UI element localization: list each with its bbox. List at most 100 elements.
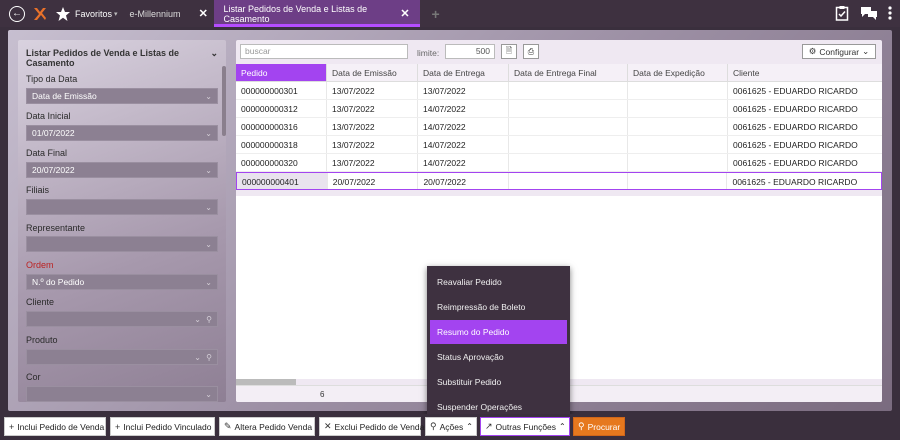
select-tipo-data[interactable]: Data de Emissão ⌄ — [26, 88, 218, 104]
inclui-pedido-vinculado-button[interactable]: + Inclui Pedido Vinculado — [110, 417, 215, 436]
acoes-button[interactable]: ⚲ Ações ⌃ — [425, 417, 477, 436]
cell-data-emissao: 20/07/2022 — [328, 173, 419, 189]
cell-cliente: 0061625 - EDUARDO RICARDO — [733, 158, 858, 168]
close-icon[interactable]: ✕ — [199, 7, 208, 20]
tab-e-millennium[interactable]: e-Millennium ✕ — [130, 0, 210, 27]
cell-data-emissao: 13/07/2022 — [327, 154, 418, 171]
clipboard-check-icon[interactable] — [834, 5, 850, 21]
table-row[interactable]: 000000000316 13/07/2022 14/07/2022 00616… — [236, 118, 882, 136]
chevron-down-icon: ⌄ — [210, 48, 218, 58]
search-input[interactable]: buscar — [240, 44, 408, 59]
chevron-down-icon: ⌄ — [862, 46, 870, 56]
tab-listar-pedidos[interactable]: Listar Pedidos de Venda e Listas de Casa… — [213, 0, 420, 27]
table-row-selected[interactable]: 000000000401 20/07/2022 20/07/2022 00616… — [236, 172, 882, 190]
edit-icon: ✎ — [224, 421, 232, 431]
search-icon[interactable]: ⚲ — [206, 315, 212, 324]
select-cor[interactable]: ⌄ — [26, 386, 218, 402]
print-button[interactable]: ⎙ — [523, 44, 539, 59]
grid-toolbar: buscar limite: 500 🗎 ⎙ ⚙ Configurar ⌄ — [236, 40, 882, 64]
table-row[interactable]: 000000000320 13/07/2022 14/07/2022 00616… — [236, 154, 882, 172]
menu-item-reavaliar-pedido[interactable]: Reavaliar Pedido — [427, 270, 570, 294]
select-value: N.º do Pedido — [32, 277, 85, 287]
plus-icon: + — [9, 421, 15, 432]
button-label: Ações — [439, 421, 464, 432]
procurar-button[interactable]: ⚲ Procurar — [573, 417, 625, 436]
exclui-pedido-venda-button[interactable]: ✕ Exclui Pedido de Venda — [319, 417, 424, 436]
label-ordem: Ordem — [26, 260, 54, 270]
cell-pedido: 000000000320 — [236, 154, 327, 171]
select-produto[interactable]: ⌄ ⚲ — [26, 349, 218, 365]
more-vertical-icon[interactable] — [888, 5, 892, 21]
cell-data-entrega-final — [509, 154, 628, 171]
external-link-icon: ↗ — [485, 421, 493, 431]
add-tab-icon[interactable]: + — [432, 6, 440, 22]
sidebar-title-text: Listar Pedidos de Venda e Listas de Casa… — [26, 48, 180, 68]
cell-pedido: 000000000401 — [237, 173, 328, 189]
cell-data-emissao: 13/07/2022 — [327, 100, 418, 117]
chevron-up-icon: ⌃ — [559, 422, 566, 431]
configure-label: Configurar — [819, 46, 860, 57]
column-header-pedido[interactable]: Pedido — [236, 64, 327, 81]
select-representante[interactable]: ⌄ — [26, 236, 218, 252]
cell-pedido: 000000000312 — [236, 100, 327, 117]
button-label: Inclui Pedido Vinculado — [123, 421, 212, 432]
column-header-data-emissao[interactable]: Data de Emissão — [327, 64, 418, 81]
cell-data-expedicao — [628, 82, 728, 99]
column-header-data-entrega[interactable]: Data de Entrega — [418, 64, 509, 81]
label-filiais: Filiais — [26, 185, 50, 195]
search-icon: ⚲ — [578, 421, 585, 431]
favorites-menu[interactable]: Favoritos — [75, 9, 112, 19]
table-row[interactable]: 000000000312 13/07/2022 14/07/2022 00616… — [236, 100, 882, 118]
limit-label: limite: — [417, 48, 440, 58]
sidebar-title[interactable]: Listar Pedidos de Venda e Listas de Casa… — [26, 48, 218, 68]
menu-item-resumo-pedido[interactable]: Resumo do Pedido — [430, 320, 567, 344]
cell-data-entrega: 14/07/2022 — [418, 136, 509, 153]
cell-data-entrega: 14/07/2022 — [418, 154, 509, 171]
star-icon[interactable] — [55, 6, 71, 22]
input-data-inicial[interactable]: 01/07/2022 ⌄ — [26, 125, 218, 141]
select-ordem[interactable]: N.º do Pedido ⌄ — [26, 274, 218, 290]
search-icon[interactable]: ⚲ — [206, 353, 212, 362]
menu-item-status-aprovacao[interactable]: Status Aprovação — [427, 345, 570, 369]
table-row[interactable]: 000000000318 13/07/2022 14/07/2022 00616… — [236, 136, 882, 154]
filter-sidebar: Listar Pedidos de Venda e Listas de Casa… — [18, 40, 226, 402]
cell-data-entrega-final — [509, 82, 628, 99]
cell-pedido: 000000000318 — [236, 136, 327, 153]
column-header-data-expedicao[interactable]: Data de Expedição — [628, 64, 728, 81]
cell-data-expedicao — [628, 118, 728, 135]
column-header-data-entrega-final[interactable]: Data de Entrega Final — [509, 64, 628, 81]
select-filiais[interactable]: ⌄ — [26, 199, 218, 215]
chevron-down-icon: ⌄ — [205, 129, 212, 138]
chevron-down-icon: ⌄ — [205, 203, 212, 212]
chevron-down-icon: ⌄ — [205, 240, 212, 249]
cell-cliente: 0061625 - EDUARDO RICARDO — [733, 140, 858, 150]
app-logo-icon[interactable] — [33, 6, 47, 22]
cell-data-entrega: 20/07/2022 — [418, 173, 510, 189]
input-value: 01/07/2022 — [32, 128, 75, 138]
chat-icon[interactable] — [860, 5, 878, 21]
cell-data-entrega-final — [509, 118, 628, 135]
table-row[interactable]: 000000000301 13/07/2022 13/07/2022 00616… — [236, 82, 882, 100]
sidebar-scrollbar[interactable] — [222, 66, 226, 136]
label-data-inicial: Data Inicial — [26, 111, 71, 121]
cell-cliente: 0061625 - EDUARDO RICARDO — [733, 104, 858, 114]
column-header-cliente[interactable]: Cliente — [728, 64, 882, 81]
altera-pedido-venda-button[interactable]: ✎ Altera Pedido Venda — [219, 417, 315, 436]
limit-input[interactable]: 500 — [445, 44, 495, 59]
button-label: Inclui Pedido de Venda — [17, 421, 105, 432]
back-icon[interactable]: ← — [9, 5, 25, 22]
chevron-down-icon: ⌄ — [194, 353, 201, 362]
printer-icon: ⎙ — [527, 46, 535, 56]
menu-item-substituir-pedido[interactable]: Substituir Pedido — [427, 370, 570, 394]
export-button[interactable]: 🗎 — [501, 44, 517, 59]
configure-button[interactable]: ⚙ Configurar ⌄ — [802, 44, 876, 59]
label-cor: Cor — [26, 372, 41, 382]
input-data-final[interactable]: 20/07/2022 ⌄ — [26, 162, 218, 178]
close-icon[interactable]: ✕ — [400, 7, 409, 20]
inclui-pedido-venda-button[interactable]: + Inclui Pedido de Venda — [4, 417, 106, 436]
chevron-down-icon: ▾ — [114, 10, 118, 18]
outras-funcoes-button[interactable]: ↗ Outras Funções ⌃ — [480, 417, 570, 436]
select-cliente[interactable]: ⌄ ⚲ — [26, 311, 218, 327]
menu-item-reimpressao-boleto[interactable]: Reimpressão de Boleto — [427, 295, 570, 319]
cell-data-emissao: 13/07/2022 — [327, 82, 418, 99]
